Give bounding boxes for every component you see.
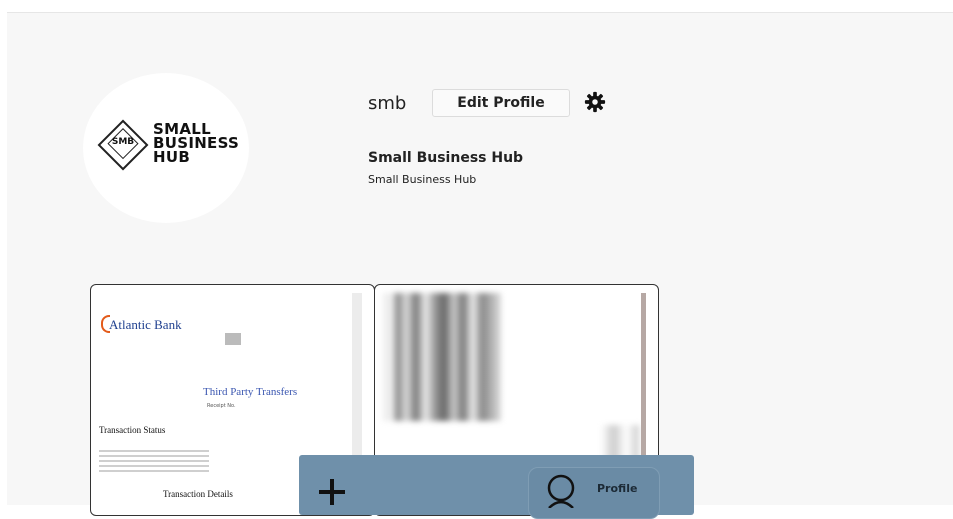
- bottom-nav-bar: Profile: [299, 455, 694, 519]
- receipt-table: [99, 450, 209, 472]
- username: smb: [368, 93, 407, 114]
- profile-avatar: SMB SMALL BUSINESS HUB: [83, 73, 249, 223]
- receipt-title: Third Party Transfers: [203, 386, 298, 398]
- profile-bio: Small Business Hub: [368, 173, 477, 186]
- receipt-status-heading: Transaction Status: [99, 425, 166, 435]
- logo-text: SMALL BUSINESS HUB: [153, 120, 240, 166]
- logo-badge: SMB: [111, 137, 135, 147]
- nav-profile-button[interactable]: Profile: [528, 467, 660, 519]
- receipt-details-heading: Transaction Details: [163, 489, 233, 499]
- nav-profile-label: Profile: [597, 482, 638, 495]
- user-icon: [547, 474, 575, 508]
- blurred-image: [383, 293, 501, 421]
- receipt-subtitle: Receipt No.: [207, 403, 236, 409]
- display-name: Small Business Hub: [368, 150, 524, 166]
- edit-profile-button[interactable]: Edit Profile: [432, 89, 570, 117]
- bank-name: Atlantic Bank: [109, 317, 182, 332]
- gear-icon[interactable]: [584, 91, 606, 113]
